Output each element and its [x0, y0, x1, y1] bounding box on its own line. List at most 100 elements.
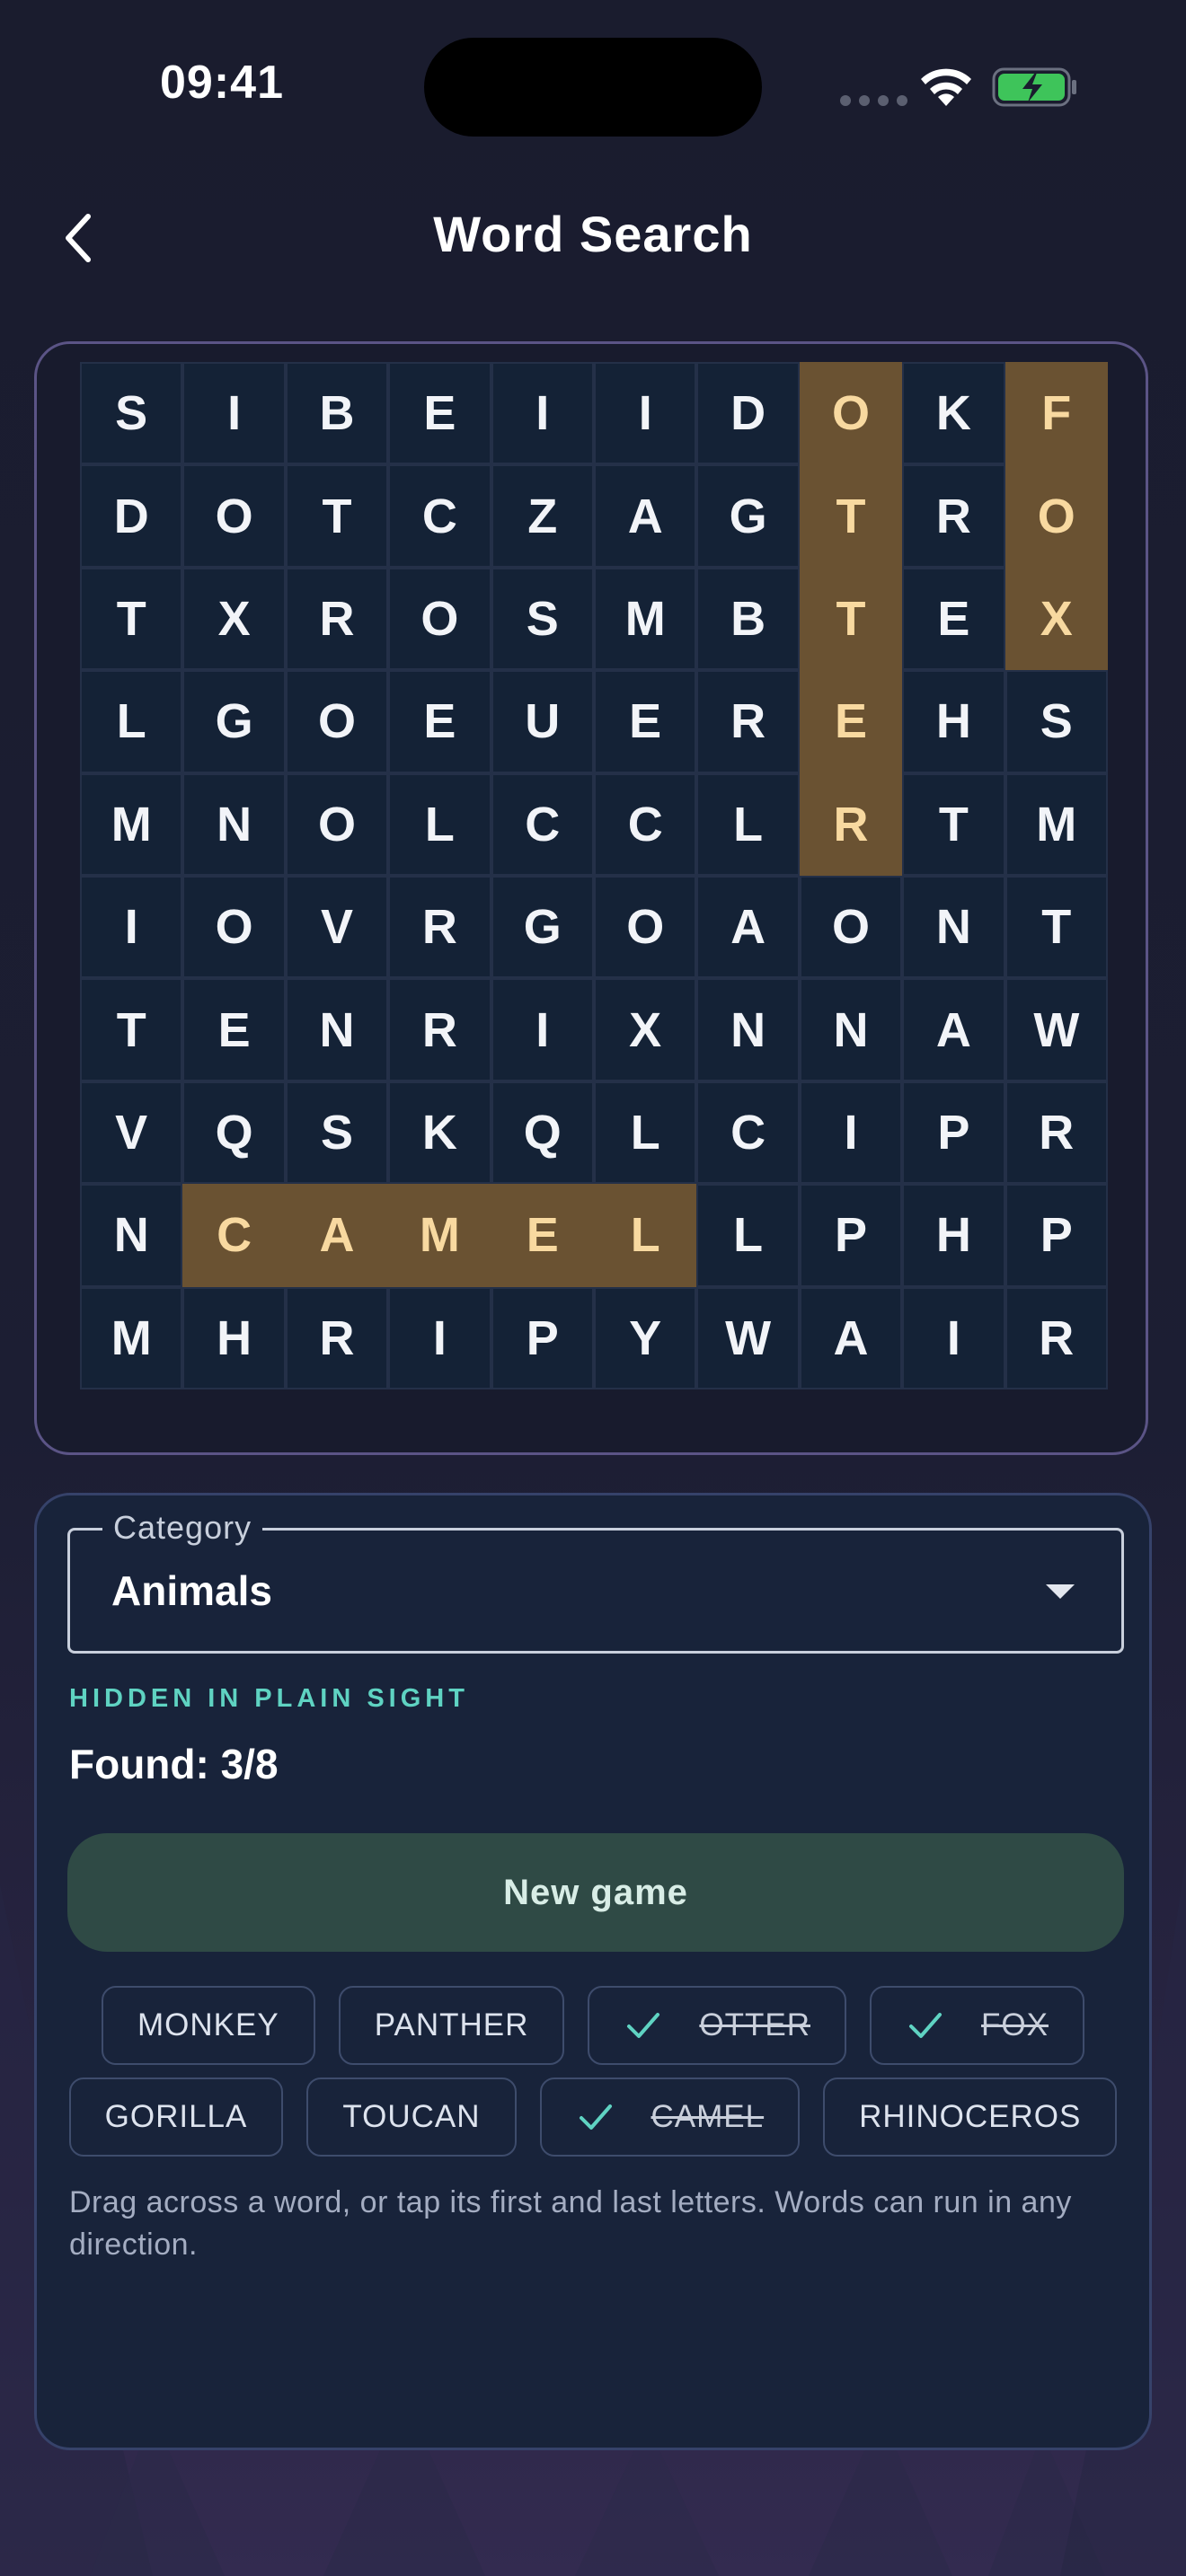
- grid-cell[interactable]: R: [696, 670, 800, 773]
- grid-cell[interactable]: G: [696, 464, 800, 568]
- grid-cell[interactable]: O: [285, 772, 389, 876]
- grid-cell[interactable]: M: [1005, 772, 1108, 876]
- grid-cell[interactable]: A: [799, 1286, 903, 1389]
- grid-cell[interactable]: T: [80, 567, 183, 671]
- grid-cell[interactable]: M: [594, 567, 697, 671]
- grid-cell[interactable]: O: [594, 876, 697, 979]
- grid-cell[interactable]: C: [696, 1081, 800, 1185]
- grid-cell[interactable]: S: [80, 362, 183, 465]
- grid-cell[interactable]: T: [285, 464, 389, 568]
- grid-cell[interactable]: N: [182, 772, 286, 876]
- grid-cell[interactable]: Q: [491, 1081, 594, 1185]
- grid-cell[interactable]: R: [285, 1286, 389, 1389]
- word-chip-fox[interactable]: FOX: [870, 1986, 1084, 2065]
- grid-cell[interactable]: P: [491, 1286, 594, 1389]
- grid-cell[interactable]: I: [491, 362, 594, 465]
- grid-cell[interactable]: L: [696, 772, 800, 876]
- grid-cell[interactable]: M: [80, 1286, 183, 1389]
- grid-cell[interactable]: E: [388, 362, 491, 465]
- grid-cell[interactable]: E: [491, 1184, 594, 1287]
- grid-cell[interactable]: T: [799, 567, 903, 671]
- grid-cell[interactable]: O: [799, 362, 903, 465]
- grid-cell[interactable]: I: [902, 1286, 1005, 1389]
- grid-cell[interactable]: O: [1005, 464, 1108, 568]
- grid-cell[interactable]: O: [182, 876, 286, 979]
- grid-cell[interactable]: N: [80, 1184, 183, 1287]
- word-chip-rhinoceros[interactable]: RHINOCEROS: [823, 2078, 1118, 2157]
- grid-cell[interactable]: P: [1005, 1184, 1108, 1287]
- grid-cell[interactable]: A: [902, 978, 1005, 1081]
- grid-cell[interactable]: P: [902, 1081, 1005, 1185]
- grid-cell[interactable]: M: [80, 772, 183, 876]
- grid-cell[interactable]: I: [388, 1286, 491, 1389]
- grid-cell[interactable]: C: [594, 772, 697, 876]
- grid-cell[interactable]: Q: [182, 1081, 286, 1185]
- grid-cell[interactable]: M: [388, 1184, 491, 1287]
- grid-cell[interactable]: T: [902, 772, 1005, 876]
- grid-cell[interactable]: H: [902, 670, 1005, 773]
- grid-cell[interactable]: U: [491, 670, 594, 773]
- grid-cell[interactable]: K: [902, 362, 1005, 465]
- grid-cell[interactable]: G: [491, 876, 594, 979]
- word-chip-otter[interactable]: OTTER: [588, 1986, 846, 2065]
- grid-cell[interactable]: I: [491, 978, 594, 1081]
- grid-cell[interactable]: Y: [594, 1286, 697, 1389]
- grid-cell[interactable]: R: [285, 567, 389, 671]
- grid-cell[interactable]: V: [80, 1081, 183, 1185]
- new-game-button[interactable]: New game: [67, 1833, 1124, 1952]
- grid-cell[interactable]: R: [1005, 1081, 1108, 1185]
- grid-cell[interactable]: T: [1005, 876, 1108, 979]
- grid-cell[interactable]: O: [799, 876, 903, 979]
- grid-cell[interactable]: E: [799, 670, 903, 773]
- grid-cell[interactable]: P: [799, 1184, 903, 1287]
- grid-cell[interactable]: F: [1005, 362, 1108, 465]
- word-chip-panther[interactable]: PANTHER: [338, 1986, 565, 2065]
- word-chip-toucan[interactable]: TOUCAN: [306, 2078, 517, 2157]
- grid-cell[interactable]: N: [285, 978, 389, 1081]
- grid-cell[interactable]: V: [285, 876, 389, 979]
- letter-grid[interactable]: SIBEIIDOKFDOTCZAGTROTXROSMBTEXLGOEUEREHS…: [80, 362, 1108, 1389]
- grid-cell[interactable]: R: [388, 978, 491, 1081]
- grid-cell[interactable]: O: [388, 567, 491, 671]
- grid-cell[interactable]: O: [285, 670, 389, 773]
- grid-cell[interactable]: H: [902, 1184, 1005, 1287]
- grid-cell[interactable]: A: [696, 876, 800, 979]
- grid-cell[interactable]: Z: [491, 464, 594, 568]
- grid-cell[interactable]: S: [285, 1081, 389, 1185]
- grid-cell[interactable]: I: [799, 1081, 903, 1185]
- grid-cell[interactable]: R: [902, 464, 1005, 568]
- grid-cell[interactable]: S: [1005, 670, 1108, 773]
- grid-cell[interactable]: R: [799, 772, 903, 876]
- grid-cell[interactable]: L: [80, 670, 183, 773]
- grid-cell[interactable]: C: [182, 1184, 286, 1287]
- grid-cell[interactable]: D: [696, 362, 800, 465]
- grid-cell[interactable]: I: [182, 362, 286, 465]
- grid-cell[interactable]: H: [182, 1286, 286, 1389]
- grid-cell[interactable]: X: [1005, 567, 1108, 671]
- grid-cell[interactable]: B: [696, 567, 800, 671]
- grid-cell[interactable]: E: [902, 567, 1005, 671]
- grid-cell[interactable]: L: [594, 1081, 697, 1185]
- grid-cell[interactable]: E: [594, 670, 697, 773]
- grid-cell[interactable]: C: [491, 772, 594, 876]
- grid-cell[interactable]: D: [80, 464, 183, 568]
- grid-cell[interactable]: I: [594, 362, 697, 465]
- grid-cell[interactable]: A: [594, 464, 697, 568]
- word-chip-camel[interactable]: CAMEL: [539, 2078, 801, 2157]
- grid-cell[interactable]: G: [182, 670, 286, 773]
- grid-cell[interactable]: S: [491, 567, 594, 671]
- category-select[interactable]: Category Animals: [67, 1509, 1124, 1654]
- grid-cell[interactable]: L: [388, 772, 491, 876]
- grid-cell[interactable]: E: [182, 978, 286, 1081]
- grid-cell[interactable]: T: [80, 978, 183, 1081]
- grid-cell[interactable]: W: [1005, 978, 1108, 1081]
- grid-cell[interactable]: O: [182, 464, 286, 568]
- word-chip-monkey[interactable]: MONKEY: [102, 1986, 315, 2065]
- grid-cell[interactable]: L: [594, 1184, 697, 1287]
- grid-cell[interactable]: E: [388, 670, 491, 773]
- grid-cell[interactable]: N: [799, 978, 903, 1081]
- grid-cell[interactable]: K: [388, 1081, 491, 1185]
- grid-cell[interactable]: L: [696, 1184, 800, 1287]
- grid-cell[interactable]: C: [388, 464, 491, 568]
- grid-cell[interactable]: W: [696, 1286, 800, 1389]
